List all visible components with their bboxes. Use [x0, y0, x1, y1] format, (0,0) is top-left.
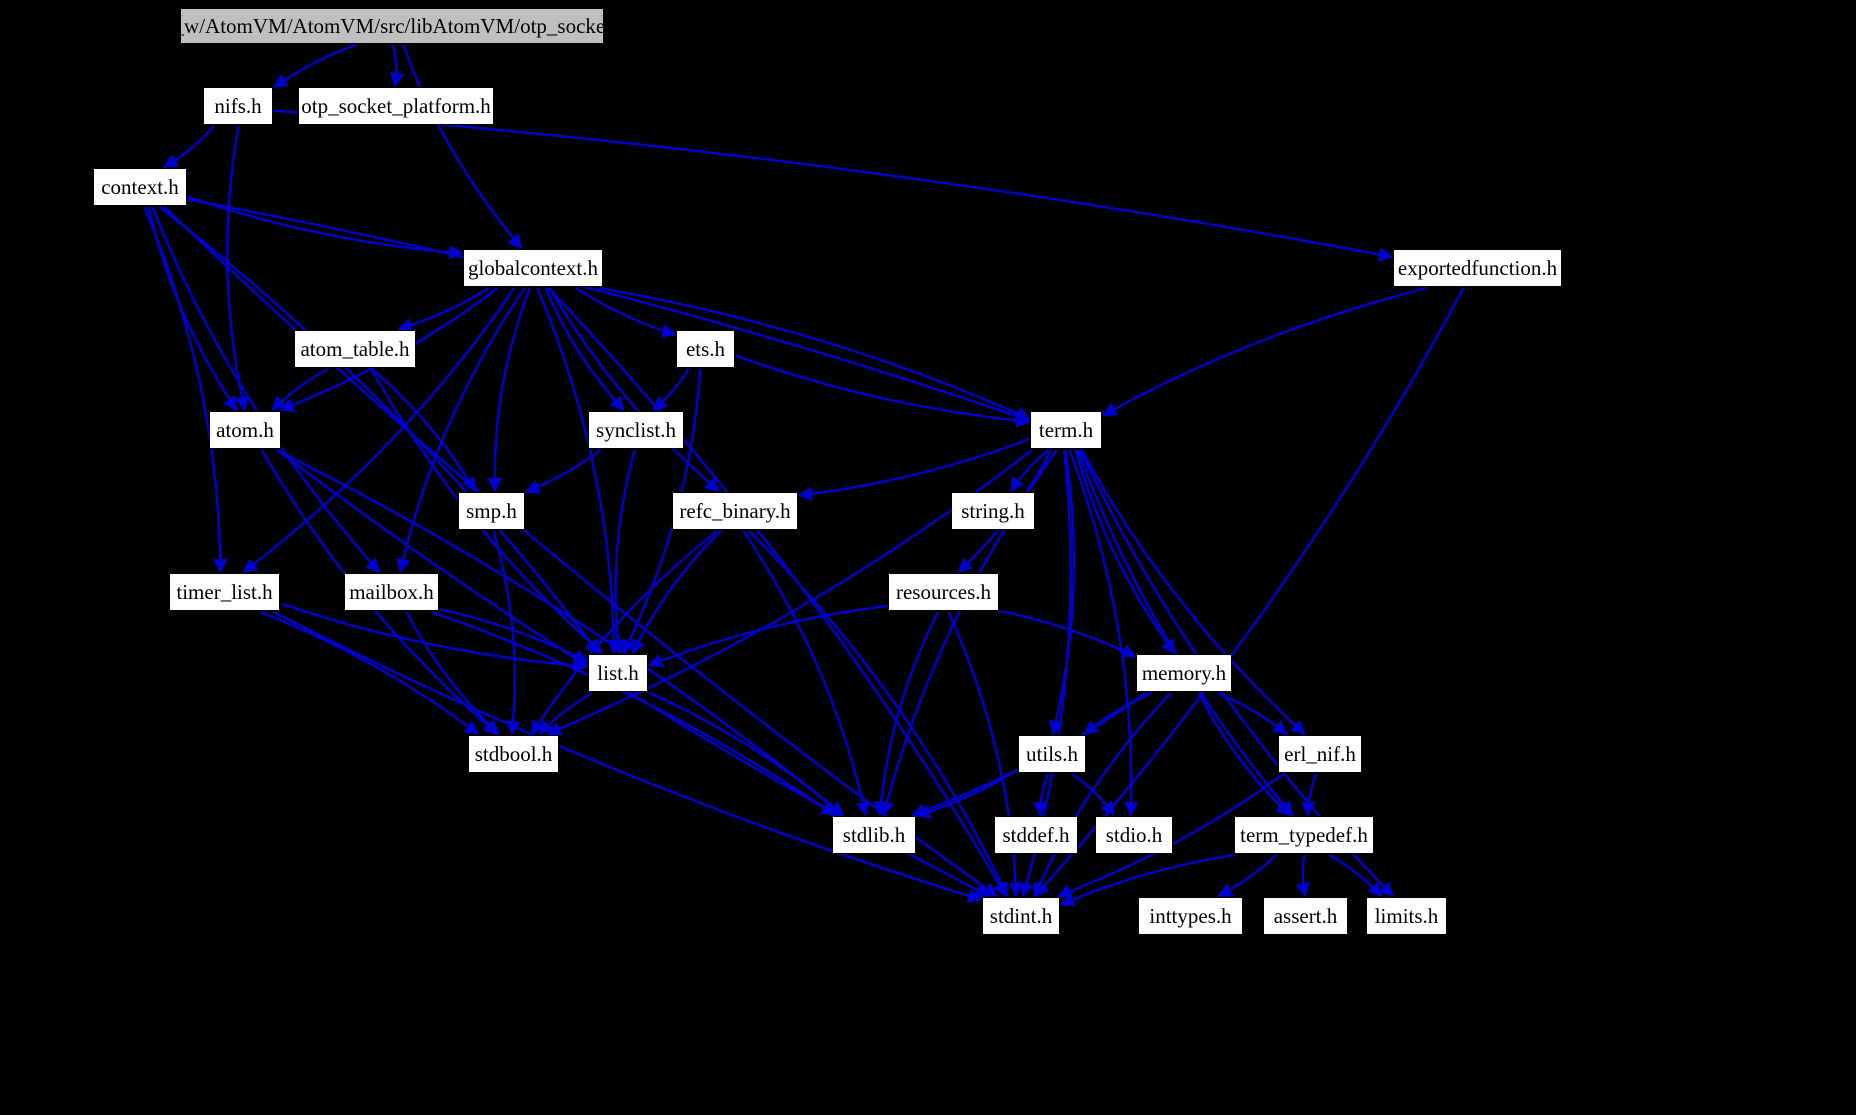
edge-layer	[143, 43, 1465, 907]
edge-exportedfunction-to-stdint	[1034, 287, 1465, 898]
node-inttypes[interactable]: inttypes.h	[1138, 897, 1243, 935]
node-label: limits.h	[1374, 903, 1439, 928]
node-label: mailbox.h	[349, 579, 434, 604]
edge-resources-to-stdlib	[873, 611, 939, 817]
node-label: stddef.h	[1002, 822, 1070, 847]
node-string[interactable]: string.h	[951, 492, 1035, 530]
node-utils[interactable]: utils.h	[1018, 735, 1086, 773]
node-resources[interactable]: resources.h	[888, 573, 999, 611]
edge-term_typedef-to-assert	[1295, 854, 1310, 898]
edge-refc_binary-to-list	[631, 530, 722, 655]
edge-globalcontext-to-atom_table	[397, 286, 490, 333]
edge-refc_binary-to-stdbool	[530, 530, 718, 736]
node-label: refc_binary.h	[679, 498, 791, 523]
edge-globalcontext-to-ets	[574, 286, 677, 338]
node-erl_nif[interactable]: erl_nif.h	[1278, 735, 1362, 773]
node-label: string.h	[961, 498, 1025, 523]
node-synclist[interactable]: synclist.h	[588, 411, 684, 449]
node-stddef[interactable]: stddef.h	[994, 816, 1078, 854]
edge-atom_table-to-atom	[271, 367, 329, 412]
node-label: stdlib.h	[842, 822, 906, 847]
edge-context-to-mailbox	[151, 206, 381, 574]
edge-context-to-stdint	[163, 206, 998, 897]
node-list[interactable]: list.h	[588, 654, 648, 692]
node-label: atom_table.h	[300, 336, 410, 361]
edge-ets-to-synclist	[652, 368, 690, 411]
node-stdint[interactable]: stdint.h	[982, 897, 1060, 935]
edge-atom_table-to-smp	[371, 368, 476, 493]
node-label: synclist.h	[596, 417, 676, 442]
node-label: stdio.h	[1105, 822, 1163, 847]
node-context[interactable]: context.h	[93, 168, 187, 206]
edges-group	[143, 43, 1465, 907]
edge-smp-to-stdbool	[492, 530, 521, 736]
node-ets[interactable]: ets.h	[676, 330, 735, 368]
node-exportedfunction[interactable]: exportedfunction.h	[1393, 249, 1562, 287]
node-label: term.h	[1038, 417, 1094, 442]
node-label: utils.h	[1026, 741, 1078, 766]
edge-synclist-to-smp	[524, 449, 602, 494]
node-label: smp.h	[466, 498, 517, 523]
node-label: /__w/AtomVM/AtomVM/src/libAtomVM/otp_soc…	[157, 13, 627, 38]
node-stdio[interactable]: stdio.h	[1095, 816, 1173, 854]
node-otp_socket_platform[interactable]: otp_socket_platform.h	[298, 87, 494, 125]
node-refc_binary[interactable]: refc_binary.h	[672, 492, 798, 530]
node-label: otp_socket_platform.h	[301, 93, 491, 118]
node-label: globalcontext.h	[467, 255, 599, 280]
edge-term_typedef-to-inttypes	[1217, 854, 1277, 898]
node-term_typedef[interactable]: term_typedef.h	[1234, 816, 1374, 854]
node-label: memory.h	[1141, 660, 1227, 685]
node-label: term_typedef.h	[1240, 822, 1368, 847]
node-mailbox[interactable]: mailbox.h	[344, 573, 439, 611]
node-label: assert.h	[1273, 903, 1338, 928]
edge-context-to-atom	[147, 206, 238, 412]
node-timer_list[interactable]: timer_list.h	[169, 573, 280, 611]
node-label: context.h	[101, 174, 179, 199]
node-term[interactable]: term.h	[1030, 411, 1102, 449]
node-label: erl_nif.h	[1284, 741, 1356, 766]
edge-context-to-timer_list	[143, 206, 228, 574]
edge-otp_socket-to-nifs	[272, 43, 356, 89]
edge-term-to-term_typedef	[1076, 449, 1294, 817]
edge-globalcontext-to-synclist	[544, 287, 625, 412]
edge-globalcontext-to-smp	[487, 287, 531, 493]
node-label: ets.h	[685, 336, 726, 361]
node-label: timer_list.h	[176, 579, 273, 604]
edge-mailbox-to-stdlib	[430, 610, 836, 816]
edge-ets-to-term	[735, 354, 1031, 428]
node-smp[interactable]: smp.h	[458, 492, 525, 530]
edge-nifs-to-context	[162, 125, 215, 169]
node-label: stdbool.h	[474, 741, 553, 766]
node-label: nifs.h	[214, 93, 262, 118]
edge-exportedfunction-to-term	[1101, 286, 1427, 417]
edge-list-to-stdbool	[538, 691, 593, 736]
node-label: list.h	[597, 660, 639, 685]
edge-otp_socket-to-otp_socket_platform	[389, 44, 405, 88]
edge-list-to-stdlib	[648, 691, 844, 816]
node-stdlib[interactable]: stdlib.h	[832, 816, 916, 854]
node-label: stdint.h	[989, 903, 1053, 928]
node-assert[interactable]: assert.h	[1263, 897, 1348, 935]
edge-utils-to-stdio	[1071, 773, 1115, 817]
node-limits[interactable]: limits.h	[1366, 897, 1447, 935]
edge-otp_socket-to-globalcontext	[401, 44, 523, 250]
node-stdbool[interactable]: stdbool.h	[468, 735, 559, 773]
node-label: inttypes.h	[1149, 903, 1232, 928]
edge-term-to-refc_binary	[797, 437, 1030, 501]
node-atom[interactable]: atom.h	[209, 411, 281, 449]
node-memory[interactable]: memory.h	[1136, 654, 1232, 692]
node-globalcontext[interactable]: globalcontext.h	[463, 249, 603, 287]
dependency-graph: /__w/AtomVM/AtomVM/src/libAtomVM/otp_soc…	[0, 0, 1856, 1115]
node-label: resources.h	[895, 579, 992, 604]
node-otp_socket[interactable]: /__w/AtomVM/AtomVM/src/libAtomVM/otp_soc…	[157, 8, 627, 44]
node-nifs[interactable]: nifs.h	[203, 87, 273, 125]
edge-globalcontext-to-list	[536, 287, 621, 655]
node-label: exportedfunction.h	[1397, 255, 1558, 280]
node-label: atom.h	[216, 417, 274, 442]
node-atom_table[interactable]: atom_table.h	[294, 330, 416, 368]
